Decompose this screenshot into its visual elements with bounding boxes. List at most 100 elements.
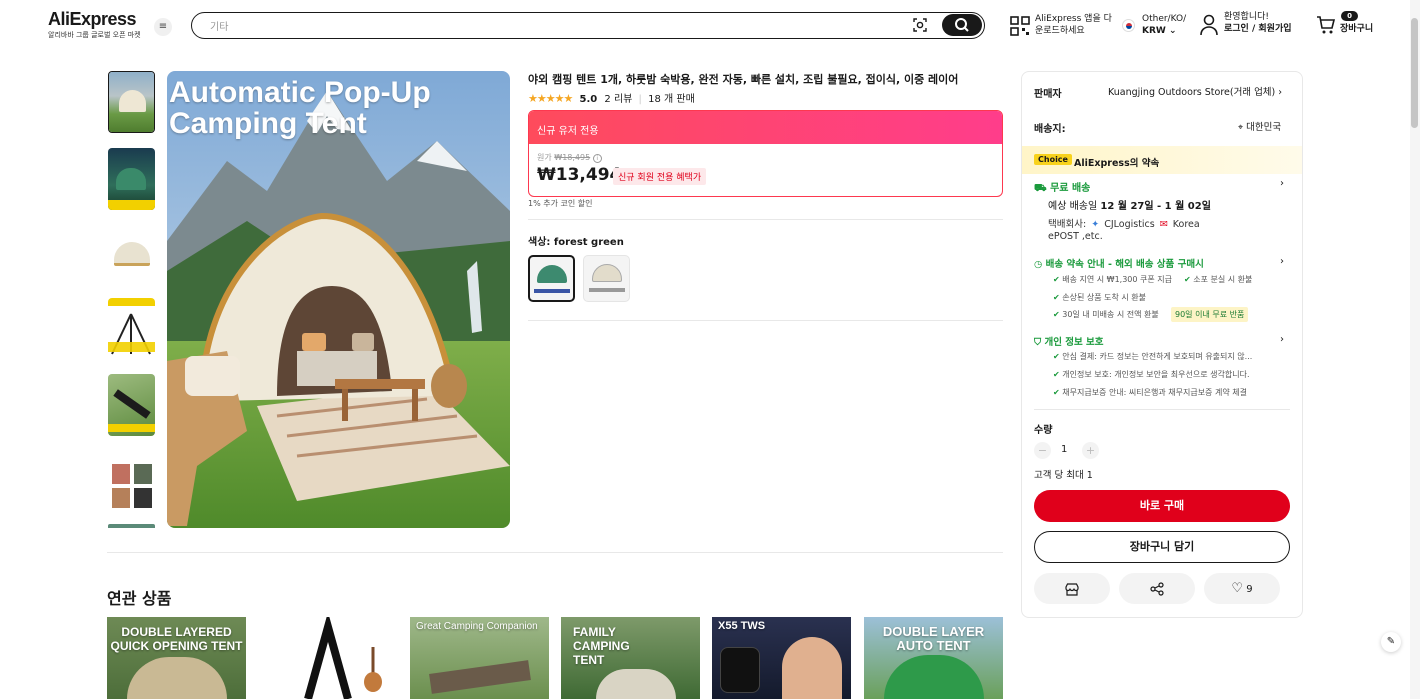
app-line-1: AliExpress 앱을 다 bbox=[1035, 14, 1112, 24]
quantity-label: 수량 bbox=[1034, 425, 1053, 436]
promise-4-text: 30일 내 미배송 시 전액 환불 bbox=[1062, 310, 1159, 319]
clock-icon: ◷ bbox=[1034, 259, 1043, 270]
carrier-2: Korea bbox=[1172, 219, 1200, 230]
thumbnail-2[interactable] bbox=[108, 148, 155, 210]
ship-to-selector[interactable]: ⌖ 대한민국 bbox=[1238, 119, 1281, 133]
member-price-badge: 신규 회원 전용 혜택가 bbox=[613, 168, 707, 185]
chevron-right-icon[interactable]: › bbox=[1280, 256, 1284, 267]
logo-subtitle: 알리바바 그룹 글로벌 오픈 마켓 bbox=[48, 31, 141, 39]
color-value: forest green bbox=[553, 237, 624, 248]
thumbnail-4[interactable] bbox=[108, 298, 155, 360]
chevron-right-icon[interactable]: › bbox=[1280, 334, 1284, 345]
thumbnail-7[interactable] bbox=[108, 524, 155, 528]
coin-discount-note: 1% 추가 코인 할인 bbox=[528, 199, 593, 208]
related-item-4[interactable]: FAMILY CAMPING TENT bbox=[561, 617, 700, 699]
color-swatch-beige[interactable] bbox=[583, 255, 630, 302]
qr-code-icon[interactable] bbox=[1010, 16, 1030, 36]
chevron-right-icon: › bbox=[1278, 87, 1283, 98]
scrollbar-thumb[interactable] bbox=[1411, 18, 1418, 128]
promise-3-text: 손상된 상품 도착 시 환불 bbox=[1062, 293, 1147, 302]
ship-to-label: 배송지: bbox=[1034, 124, 1066, 135]
related-item-3[interactable]: Great Camping Companion bbox=[410, 617, 549, 699]
eta-label: 예상 배송일 bbox=[1048, 201, 1098, 212]
color-swatch-forest-green[interactable] bbox=[528, 255, 575, 302]
review-count[interactable]: 2 리뷰 bbox=[604, 94, 632, 105]
quantity-value[interactable]: 1 bbox=[1061, 444, 1067, 455]
related-item-caption: DOUBLE LAYERED QUICK OPENING TENT bbox=[110, 625, 243, 653]
menu-icon[interactable]: ≡ bbox=[154, 18, 172, 36]
related-item-1[interactable]: DOUBLE LAYERED QUICK OPENING TENT bbox=[107, 617, 246, 699]
privacy-1-text: 안심 결제: 카드 정보는 안전하게 보호되며 유출되지 않... bbox=[1062, 352, 1253, 361]
search-button[interactable] bbox=[942, 14, 982, 36]
quantity-increase-button[interactable]: + bbox=[1082, 442, 1099, 459]
sold-count: 18 개 판매 bbox=[648, 94, 695, 105]
main-product-image[interactable]: Automatic Pop-Up Camping Tent bbox=[167, 71, 510, 528]
user-icon[interactable] bbox=[1200, 14, 1218, 36]
cart-label[interactable]: 장바구니 bbox=[1340, 23, 1373, 35]
promise-item-2: ✔ 소포 분실 시 환불 bbox=[1184, 274, 1252, 285]
carrier-label: 택배회사: bbox=[1048, 219, 1087, 230]
wishlist-button[interactable]: ♡ 9 bbox=[1204, 573, 1280, 604]
seller-link[interactable]: Kuangjing Outdoors Store(거래 업체) › bbox=[1108, 84, 1282, 98]
quantity-decrease-button[interactable]: − bbox=[1034, 442, 1051, 459]
aliexpress-logo[interactable]: AliExpress bbox=[48, 9, 137, 30]
epost-logo-icon: ✉ bbox=[1159, 219, 1168, 230]
login-link[interactable]: 환영합니다! 로그인 / 회원가입 bbox=[1224, 11, 1292, 35]
seller-name: Kuangjing Outdoors Store(거래 업체) bbox=[1108, 87, 1276, 98]
info-icon[interactable]: i bbox=[592, 154, 602, 163]
check-icon: ✔ bbox=[1184, 275, 1191, 284]
app-download-link[interactable]: AliExpress 앱을 다 운로드하세요 bbox=[1035, 13, 1112, 37]
locale-selector[interactable]: Other/KO/ KRW ⌄ bbox=[1142, 13, 1186, 37]
chevron-right-icon[interactable]: › bbox=[1280, 178, 1284, 189]
share-button[interactable] bbox=[1119, 573, 1195, 604]
check-icon: ✔ bbox=[1053, 275, 1060, 284]
privacy-item-3: ✔ 채무지급보증 안내: 씨티은행과 채무지급보증 계약 체결 bbox=[1053, 387, 1247, 398]
quantity-limit: 고객 당 최대 1 bbox=[1034, 470, 1093, 481]
locale-line-1: Other/KO/ bbox=[1142, 14, 1187, 24]
search-input[interactable]: 기타 bbox=[210, 18, 228, 33]
carrier-1: CJLogistics bbox=[1104, 219, 1155, 230]
related-item-caption: DOUBLE LAYER AUTO TENT bbox=[882, 624, 985, 653]
cart-icon[interactable] bbox=[1316, 15, 1336, 35]
thumbnail-1[interactable] bbox=[108, 71, 155, 133]
choice-badge: Choice bbox=[1034, 154, 1072, 165]
free-shipping-row[interactable]: ⛟ 무료 배송 bbox=[1034, 179, 1090, 196]
rating-row: ★★★★★ 5.0 2 리뷰 | 18 개 판매 bbox=[528, 90, 695, 105]
hero-overlay-text: Automatic Pop-Up Camping Tent bbox=[169, 76, 431, 140]
privacy-3-text: 채무지급보증 안내: 씨티은행과 채무지급보증 계약 체결 bbox=[1062, 388, 1247, 397]
chevron-down-icon: ⌄ bbox=[1168, 26, 1177, 36]
delivery-promise-row[interactable]: ◷ 배송 약속 안내 - 해외 배송 상품 구매시 bbox=[1034, 256, 1204, 270]
privacy-2-text: 개인정보 보호: 개인정보 보안을 최우선으로 생각합니다. bbox=[1062, 370, 1250, 379]
search-bar[interactable]: 기타 bbox=[191, 12, 985, 39]
choice-text: AliExpress의 약속 bbox=[1074, 158, 1160, 169]
privacy-title: 개인 정보 보호 bbox=[1044, 337, 1104, 348]
color-label-row: 색상: forest green bbox=[528, 233, 624, 248]
store-icon bbox=[1065, 582, 1079, 596]
location-pin-icon: ⌖ bbox=[1238, 123, 1244, 133]
thumbnail-3[interactable] bbox=[108, 224, 155, 286]
image-search-icon[interactable] bbox=[912, 17, 928, 33]
privacy-row[interactable]: ⛉ 개인 정보 보호 bbox=[1034, 334, 1104, 348]
guitar-stand-image bbox=[304, 617, 382, 699]
carrier-row: 택배회사: ✦ CJLogistics ✉ Korea bbox=[1048, 216, 1200, 230]
original-price-row: 원가 ₩18,495 i bbox=[537, 152, 602, 163]
related-item-5[interactable]: X55 TWS bbox=[712, 617, 851, 699]
thumbnail-6[interactable] bbox=[108, 450, 155, 512]
check-icon: ✔ bbox=[1053, 370, 1060, 379]
edit-icon[interactable]: ✎ bbox=[1381, 632, 1401, 652]
related-item-2[interactable] bbox=[258, 617, 397, 699]
korea-flag-icon bbox=[1122, 19, 1135, 32]
store-button[interactable] bbox=[1034, 573, 1110, 604]
price-box: 신규 유저 전용 원가 ₩18,495 i ₩13,494 신규 회원 전용 혜… bbox=[528, 110, 1003, 197]
check-icon: ✔ bbox=[1053, 388, 1060, 397]
add-to-cart-button[interactable]: 장바구니 담기 bbox=[1034, 531, 1290, 563]
app-line-2: 운로드하세요 bbox=[1035, 26, 1085, 36]
thumbnail-5[interactable] bbox=[108, 374, 155, 436]
check-icon: ✔ bbox=[1053, 352, 1060, 361]
promise-2-text: 소포 분실 시 환불 bbox=[1193, 275, 1253, 284]
buy-now-button[interactable]: 바로 구매 bbox=[1034, 490, 1290, 522]
search-icon bbox=[955, 18, 969, 32]
eta-value: 12 월 27일 - 1 월 02일 bbox=[1100, 201, 1211, 212]
related-item-6[interactable]: DOUBLE LAYER AUTO TENT bbox=[864, 617, 1003, 699]
delivery-promise-title: 배송 약속 안내 - 해외 배송 상품 구매시 bbox=[1045, 259, 1204, 270]
